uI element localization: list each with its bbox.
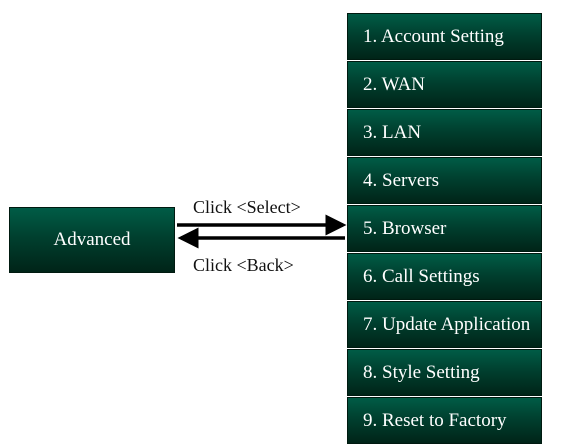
menu-item-label: 4. Servers	[363, 169, 439, 191]
select-arrow-label: Click <Select>	[193, 197, 301, 217]
menu-item-servers[interactable]: 4. Servers	[347, 157, 542, 204]
menu-item-label: 3. LAN	[363, 121, 422, 143]
menu-item-label: 9. Reset to Factory	[363, 409, 507, 431]
menu-item-lan[interactable]: 3. LAN	[347, 109, 542, 156]
menu-item-style-setting[interactable]: 8. Style Setting	[347, 349, 542, 396]
menu-item-account-setting[interactable]: 1. Account Setting	[347, 13, 542, 60]
menu-item-label: 5. Browser	[363, 217, 447, 239]
back-arrow-label: Click <Back>	[193, 255, 294, 275]
menu-item-label: 6. Call Settings	[363, 265, 480, 287]
menu-item-label: 2. WAN	[363, 73, 425, 95]
menu-item-reset-to-factory[interactable]: 9. Reset to Factory	[347, 397, 542, 444]
menu-item-label: 1. Account Setting	[363, 25, 504, 47]
menu-item-update-application[interactable]: 7. Update Application	[347, 301, 542, 348]
menu-item-call-settings[interactable]: 6. Call Settings	[347, 253, 542, 300]
advanced-menu: 1. Account Setting 2. WAN 3. LAN 4. Serv…	[347, 13, 542, 445]
menu-item-wan[interactable]: 2. WAN	[347, 61, 542, 108]
menu-item-browser[interactable]: 5. Browser	[347, 205, 542, 252]
menu-item-label: 8. Style Setting	[363, 361, 480, 383]
menu-item-label: 7. Update Application	[363, 313, 531, 335]
